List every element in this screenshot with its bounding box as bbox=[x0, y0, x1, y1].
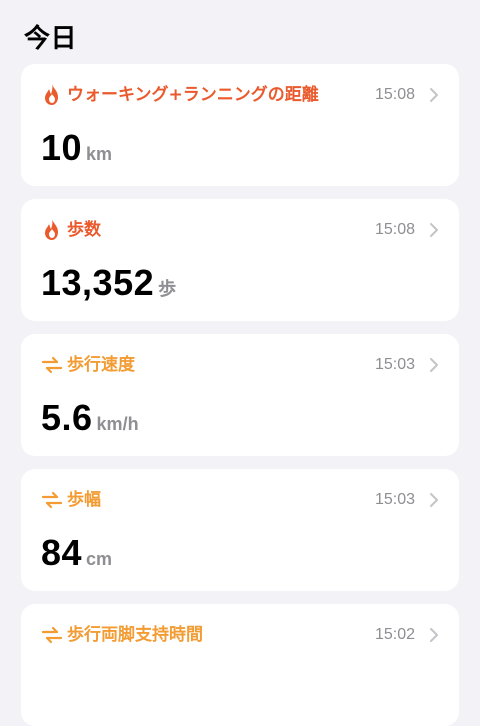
card-value-unit: cm bbox=[86, 549, 113, 569]
card-header: 歩行速度 15:03 bbox=[41, 351, 439, 379]
card-value-unit: 歩 bbox=[158, 279, 177, 299]
card-value-number: 5.6 bbox=[41, 397, 93, 438]
card-value-number: 84 bbox=[41, 532, 83, 573]
card-value: 5.6 km/h bbox=[41, 396, 139, 440]
card-step-count[interactable]: 歩数 15:08 13,352 歩 bbox=[21, 199, 459, 321]
chevron-right-icon[interactable] bbox=[429, 87, 439, 103]
card-header: 歩行両脚支持時間 15:02 bbox=[41, 621, 439, 649]
card-value: 10 km bbox=[41, 126, 112, 170]
chevron-right-icon[interactable] bbox=[429, 357, 439, 373]
card-timestamp: 15:08 bbox=[374, 86, 415, 103]
card-value-unit: km/h bbox=[96, 414, 139, 434]
flame-icon bbox=[45, 219, 58, 240]
chevron-right-icon[interactable] bbox=[429, 492, 439, 508]
card-title: ウォーキング+ランニングの距離 bbox=[67, 85, 319, 105]
chevron-right-icon[interactable] bbox=[429, 627, 439, 643]
card-value-unit: km bbox=[86, 144, 113, 164]
card-header: ウォーキング+ランニングの距離 15:08 bbox=[41, 81, 439, 109]
card-double-support-time[interactable]: 歩行両脚支持時間 15:02 bbox=[21, 604, 459, 726]
card-value-number: 10 bbox=[41, 127, 83, 168]
card-timestamp: 15:03 bbox=[374, 491, 415, 508]
card-value: 13,352 歩 bbox=[41, 261, 176, 305]
card-timestamp: 15:02 bbox=[374, 626, 415, 643]
flame-icon bbox=[45, 84, 58, 105]
card-title: 歩行両脚支持時間 bbox=[67, 625, 203, 645]
section-title-today: 今日 bbox=[24, 24, 78, 54]
card-title: 歩行速度 bbox=[67, 355, 135, 375]
card-walking-speed[interactable]: 歩行速度 15:03 5.6 km/h bbox=[21, 334, 459, 456]
card-title: 歩数 bbox=[67, 220, 101, 240]
card-title: 歩幅 bbox=[67, 490, 101, 510]
arrows-swap-icon bbox=[41, 491, 63, 509]
card-value-number: 13,352 bbox=[41, 262, 155, 303]
card-timestamp: 15:08 bbox=[374, 221, 415, 238]
arrows-swap-icon bbox=[41, 356, 63, 374]
card-header: 歩数 15:08 bbox=[41, 216, 439, 244]
card-step-length[interactable]: 歩幅 15:03 84 cm bbox=[21, 469, 459, 591]
card-value: 84 cm bbox=[41, 531, 112, 575]
chevron-right-icon[interactable] bbox=[429, 222, 439, 238]
card-timestamp: 15:03 bbox=[374, 356, 415, 373]
card-header: 歩幅 15:03 bbox=[41, 486, 439, 514]
card-walking-running-distance[interactable]: ウォーキング+ランニングの距離 15:08 10 km bbox=[21, 64, 459, 186]
arrows-swap-icon bbox=[41, 626, 63, 644]
